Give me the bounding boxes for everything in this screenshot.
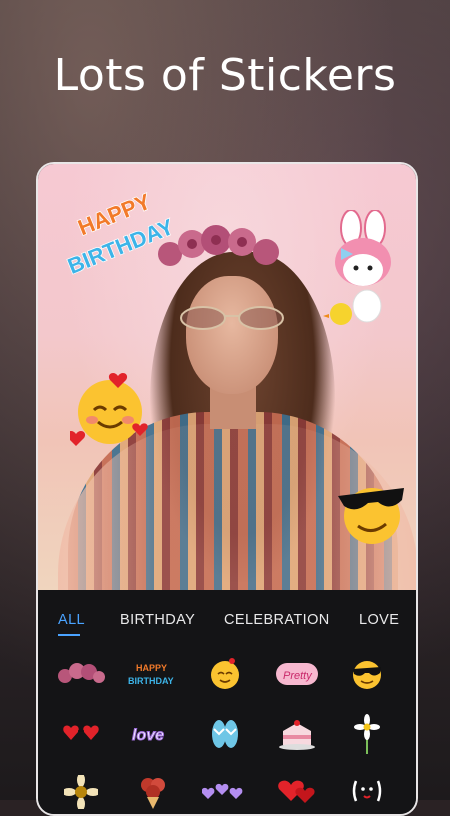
red-hearts-sticker[interactable]: [270, 772, 324, 812]
sandals-sticker[interactable]: [198, 714, 252, 754]
tab-love[interactable]: LOVE: [359, 612, 399, 628]
love-text-icon: love: [132, 727, 165, 745]
headline: Lots of Stickers: [53, 50, 397, 101]
red-hearts-icon: [278, 780, 315, 803]
cute-face-sticker[interactable]: [340, 772, 394, 812]
bunny-character-sticker[interactable]: [323, 210, 403, 330]
cute-face-icon: [352, 780, 382, 802]
blushing-emoji-sticker[interactable]: [70, 370, 150, 450]
sunglasses-emoji-icon: [353, 661, 381, 689]
flower-crown-icon: [58, 663, 105, 683]
sunglasses-on-face: [180, 306, 284, 330]
sticker-panel: ALL BIRTHDAY CELEBRATION LOVE HAPPY BIRT…: [38, 590, 416, 814]
happy-birthday-sticker[interactable]: HAPPY BIRTHDAY: [126, 654, 180, 694]
sunglasses-emoji-sticker[interactable]: [334, 478, 406, 546]
cake-slice-sticker[interactable]: [270, 714, 324, 754]
face-shape: [186, 276, 278, 394]
tab-birthday[interactable]: BIRTHDAY: [120, 612, 195, 628]
sunglasses-emoji-sticker[interactable]: [340, 654, 394, 694]
svg-text:Pretty: Pretty: [283, 670, 313, 682]
heart-glasses-icon: [63, 725, 99, 740]
blushing-emoji-icon: [211, 658, 239, 689]
svg-text:love: love: [132, 727, 164, 744]
sandals-icon: [212, 720, 238, 748]
rose-bouquet-sticker[interactable]: [126, 772, 180, 812]
svg-text:HAPPY: HAPPY: [136, 663, 167, 673]
pretty-text-icon: Pretty: [276, 663, 318, 685]
daisy-icon: [354, 714, 380, 754]
tab-all[interactable]: ALL: [58, 612, 85, 628]
love-text-sticker[interactable]: love: [126, 714, 180, 754]
svg-text:BIRTHDAY: BIRTHDAY: [128, 676, 174, 686]
cake-slice-icon: [279, 720, 315, 750]
photo-canvas[interactable]: HAPPY BIRTHDAY: [38, 164, 416, 590]
sunflower-sticker[interactable]: [54, 772, 108, 812]
heart-glasses-sticker[interactable]: [54, 714, 108, 754]
happy-birthday-sticker[interactable]: HAPPY BIRTHDAY: [52, 174, 182, 284]
purple-hearts-icon: [202, 783, 243, 799]
happy-birthday-icon: HAPPY BIRTHDAY: [128, 663, 174, 686]
phone-frame: HAPPY BIRTHDAY ALL BIRTHDAY CELEBRATION …: [36, 162, 418, 816]
pretty-text-sticker[interactable]: Pretty: [270, 654, 324, 694]
active-tab-underline: [58, 634, 80, 636]
purple-hearts-sticker[interactable]: [198, 772, 252, 812]
blushing-emoji-sticker[interactable]: [198, 654, 252, 694]
daisy-sticker[interactable]: [340, 714, 394, 754]
rose-bouquet-icon: [141, 778, 165, 809]
flower-crown-sticker[interactable]: [54, 654, 108, 694]
sunflower-icon: [64, 775, 98, 809]
tab-celebration[interactable]: CELEBRATION: [224, 612, 330, 628]
category-tabs: ALL BIRTHDAY CELEBRATION LOVE: [38, 612, 416, 642]
